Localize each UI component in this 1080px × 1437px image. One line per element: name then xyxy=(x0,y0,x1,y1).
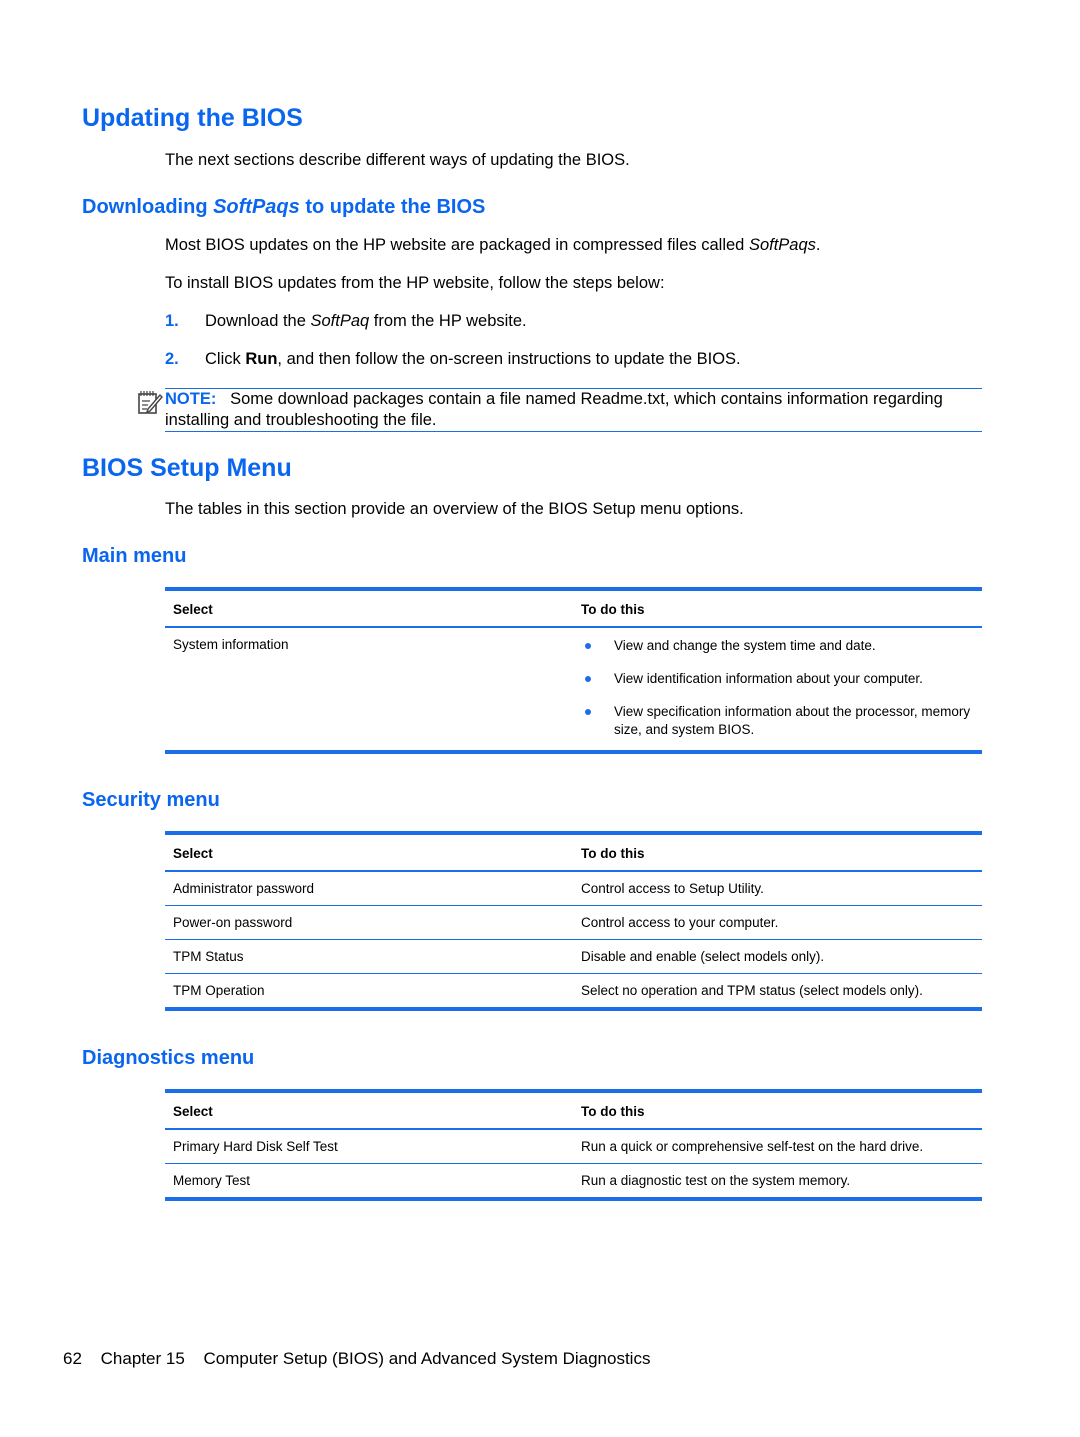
diagnostics-menu-table: Select To do this Primary Hard Disk Self… xyxy=(165,1089,982,1201)
cell-select: TPM Operation xyxy=(173,983,265,998)
table-row: TPM Operation Select no operation and TP… xyxy=(165,974,982,1010)
cell-select: TPM Status xyxy=(165,939,573,974)
text-italic: SoftPaq xyxy=(310,312,370,330)
text: from the HP website. xyxy=(369,312,527,330)
heading-part: Downloading xyxy=(82,196,214,218)
table-row: Administrator password Control access to… xyxy=(165,871,982,906)
cell-action: View and change the system time and date… xyxy=(573,627,982,752)
heading-bios-setup-menu: BIOS Setup Menu xyxy=(82,454,292,482)
table-header-row: Select To do this xyxy=(165,1091,982,1130)
bullet-icon xyxy=(585,676,591,682)
column-header-select: Select xyxy=(165,833,573,872)
cell-select: Power-on password xyxy=(165,905,573,940)
page-footer: 62 Chapter 15 Computer Setup (BIOS) and … xyxy=(63,1349,664,1369)
text: Most BIOS updates on the HP website are … xyxy=(165,236,749,254)
cell-action: Run a diagnostic test on the system memo… xyxy=(581,1173,851,1188)
cell-action: Select no operation and TPM status (sele… xyxy=(581,983,923,998)
cell-select: Administrator password xyxy=(165,871,573,906)
heading-security-menu: Security menu xyxy=(82,789,220,811)
cell-action: Control access to your computer. xyxy=(573,905,982,940)
text: Click xyxy=(205,350,246,368)
table-row: Primary Hard Disk Self Test Run a quick … xyxy=(165,1129,982,1164)
bullet-text: View specification information about the… xyxy=(614,704,971,737)
table-header-row: Select To do this xyxy=(165,589,982,628)
setup-menu-intro: The tables in this section provide an ov… xyxy=(165,500,744,518)
column-header-select: Select xyxy=(165,589,573,628)
bullet-item: View and change the system time and date… xyxy=(581,637,974,655)
heading-italic: SoftPaqs xyxy=(213,196,300,218)
bullet-item: View identification information about yo… xyxy=(581,670,974,688)
bullet-list: View and change the system time and date… xyxy=(581,637,974,739)
heading-diagnostics-menu: Diagnostics menu xyxy=(82,1047,255,1069)
table-row: System information View and change the s… xyxy=(165,627,982,752)
cell-action: Control access to Setup Utility. xyxy=(573,871,982,906)
text: . xyxy=(815,236,821,254)
cell-action: Run a quick or comprehensive self-test o… xyxy=(573,1129,982,1164)
text: Download the xyxy=(205,312,311,330)
heading-main-menu: Main menu xyxy=(82,545,187,567)
heading-updating-bios: Updating the BIOS xyxy=(82,104,303,132)
step-number: 1. xyxy=(165,312,179,330)
bullet-icon xyxy=(585,643,591,649)
bullet-item: View specification information about the… xyxy=(581,703,974,739)
step-text: Click Run, and then follow the on-screen… xyxy=(205,350,741,369)
cell-select: System information xyxy=(173,637,289,652)
text-bold: Run xyxy=(245,350,278,368)
bullet-text: View and change the system time and date… xyxy=(614,638,876,653)
table-row: TPM Status Disable and enable (select mo… xyxy=(165,939,982,974)
column-header-action: To do this xyxy=(573,1091,982,1130)
security-menu-table: Select To do this Administrator password… xyxy=(165,831,982,1011)
downloading-para-1: Most BIOS updates on the HP website are … xyxy=(165,236,821,255)
cell-select: Primary Hard Disk Self Test xyxy=(165,1129,573,1164)
bullet-icon xyxy=(585,709,591,715)
chapter-title: Computer Setup (BIOS) and Advanced Syste… xyxy=(203,1349,651,1368)
column-header-select: Select xyxy=(165,1091,573,1130)
bullet-text: View identification information about yo… xyxy=(614,671,923,686)
cell-select: Memory Test xyxy=(173,1173,251,1188)
note-label: NOTE: xyxy=(165,390,217,408)
step-number: 2. xyxy=(165,350,179,368)
heading-part: to update the BIOS xyxy=(299,196,486,218)
table-header-row: Select To do this xyxy=(165,833,982,872)
main-menu-table: Select To do this System information Vie… xyxy=(165,587,982,754)
cell-action: Disable and enable (select models only). xyxy=(573,939,982,974)
step-text: Download the SoftPaq from the HP website… xyxy=(205,312,527,331)
column-header-action: To do this xyxy=(573,589,982,628)
updating-intro: The next sections describe different way… xyxy=(165,151,630,169)
note-text: Some download packages contain a file na… xyxy=(165,390,943,429)
table-row: Power-on password Control access to your… xyxy=(165,905,982,940)
note-pencil-icon xyxy=(137,389,163,415)
text: , and then follow the on-screen instruct… xyxy=(277,350,741,368)
text-italic: SoftPaqs xyxy=(748,236,816,254)
page-number: 62 xyxy=(63,1349,82,1368)
downloading-para-2: To install BIOS updates from the HP webs… xyxy=(165,274,665,292)
heading-downloading-softpaqs: Downloading SoftPaqs to update the BIOS xyxy=(82,196,485,219)
table-row: Memory Test Run a diagnostic test on the… xyxy=(165,1164,982,1200)
chapter-label: Chapter 15 xyxy=(100,1349,185,1368)
column-header-action: To do this xyxy=(573,833,982,872)
note-box: NOTE: Some download packages contain a f… xyxy=(165,388,982,432)
